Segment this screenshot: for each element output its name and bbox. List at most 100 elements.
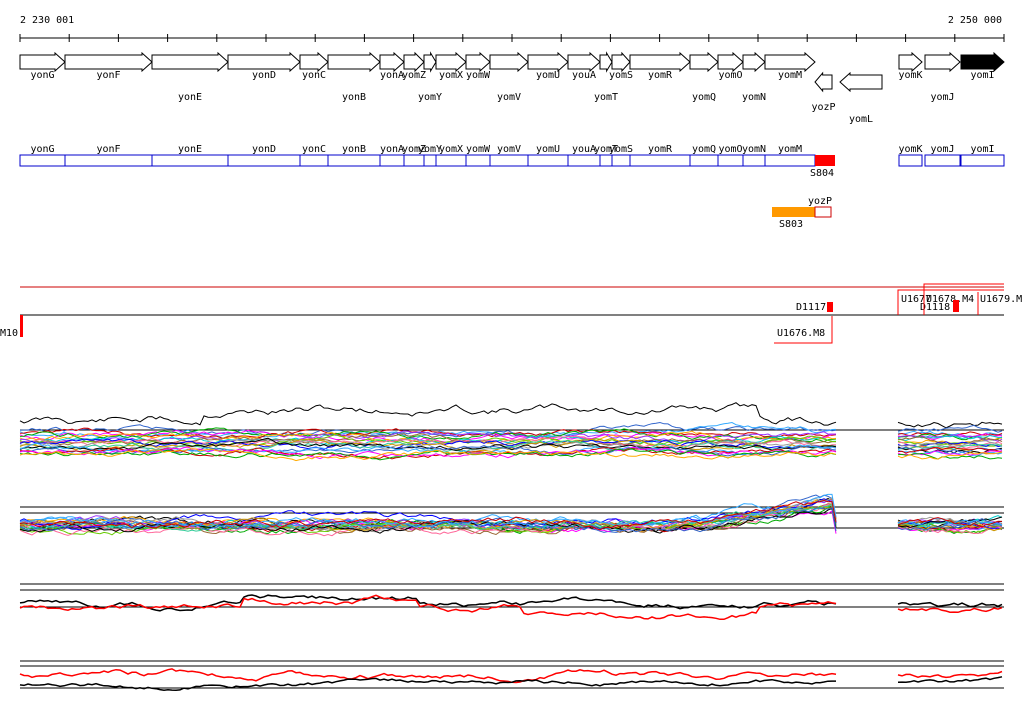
gene-label-yond: yonD	[252, 70, 276, 81]
feature-mark-d1117	[827, 302, 833, 312]
gene-label-yozp: yozP	[811, 102, 835, 113]
gene-arrow-yomz	[403, 51, 425, 73]
annotation-box-yona	[379, 154, 405, 167]
annotation-box-yonb	[327, 154, 381, 167]
gene-arrow-yonf	[64, 51, 153, 73]
feature-label-u1676-m8: U1676.M8	[777, 328, 825, 339]
annotation-label-yong: yonG	[30, 144, 54, 155]
expression-profile-tracks	[19, 402, 1004, 692]
annotation-box-yomj	[924, 154, 961, 167]
expression-panel-2	[19, 493, 1004, 537]
annotation-highlight-box	[815, 155, 835, 166]
annotation-box-yomu	[527, 154, 569, 167]
annotation-label-yomu: yomU	[536, 144, 560, 155]
ruler-end-label: 2 250 000	[948, 15, 1002, 26]
gene-arrow-track: yonG yonF yonE yonD yonC yonB yonAyomZ yomY yomX…	[19, 51, 1005, 125]
gene-label-yomk: yomK	[898, 70, 922, 81]
annotation-highlight-label: S804	[810, 168, 834, 179]
gene-arrow-yong	[19, 51, 66, 73]
gene-arrow-yomn	[742, 51, 766, 73]
gene-arrow-yona	[379, 51, 405, 73]
feature-label-u1679-m: U1679.M	[980, 294, 1022, 305]
feature-label-d1117: D1117	[796, 302, 826, 313]
gene-arrow-yoms	[611, 51, 631, 73]
gene-label-yomq: yomQ	[692, 92, 716, 103]
gene-arrow-yomx	[435, 51, 467, 73]
annotation-box-yomk	[898, 154, 923, 167]
gene-arrow-yomv	[489, 51, 529, 73]
gene-arrow-yomr	[629, 51, 691, 73]
gene-label-yomn: yomN	[742, 92, 766, 103]
annotation-label-yomw: yomW	[466, 144, 491, 155]
gene-label-yong: yonG	[30, 70, 54, 81]
annotation-box-yonc	[299, 154, 329, 167]
expression-panel-3-trace	[897, 606, 1003, 614]
annotation-box-yone	[151, 154, 229, 167]
annotation-label-yomk: yomK	[898, 144, 922, 155]
annotation-label-yonf: yonF	[96, 144, 120, 155]
feature-left-label: M10	[0, 328, 18, 339]
gene-label-yomw: yomW	[466, 70, 491, 81]
gene-arrow-youa	[567, 51, 601, 73]
annotation-label-yonb: yonB	[342, 144, 366, 155]
annotation-box-yomz	[403, 154, 425, 167]
gene-label-yomo: yomO	[718, 70, 742, 81]
gene-arrow-yomk	[898, 51, 923, 73]
gene-label-yomu: yomU	[536, 70, 560, 81]
annotation-box-yomv	[489, 154, 529, 167]
feature-mark-m10	[20, 315, 23, 337]
gene-arrow-yomm	[764, 51, 816, 73]
expression-panel-1	[19, 402, 1004, 462]
annotation-label-youa: youA	[572, 144, 596, 155]
gene-arrow-yomw	[465, 51, 491, 73]
annotation-box-yong	[19, 154, 66, 167]
gene-label-yoml: yomL	[849, 114, 873, 125]
annotation-box-yomi	[960, 154, 1005, 167]
gene-label-yomm: yomM	[778, 70, 802, 81]
annotation-label-yona: yonA	[380, 144, 404, 155]
ruler-start-label: 2 230 001	[20, 15, 74, 26]
gene-label-yona: yonA	[380, 70, 404, 81]
secondary-feature-track: yozP S803	[772, 196, 832, 230]
annotation-label-yomo: yomO	[718, 144, 742, 155]
secondary-bar	[772, 207, 815, 217]
gene-label-yomv: yomV	[497, 92, 521, 103]
coordinate-ruler: 2 230 001 2 250 000	[19, 15, 1005, 42]
expression-panel-4-trace	[19, 677, 836, 692]
gene-label-yomj: yomJ	[930, 92, 954, 103]
gene-label-yone: yonE	[178, 92, 202, 103]
expression-panel-4-trace	[897, 670, 1003, 679]
gene-label-yonc: yonC	[302, 70, 326, 81]
gene-arrow-yond	[227, 51, 301, 73]
gene-arrow-yoml	[839, 71, 883, 93]
gene-arrow-yomi	[960, 51, 1005, 73]
annotation-box-yomt	[599, 154, 613, 167]
expression-panel-4	[19, 660, 1004, 692]
expression-panel-3-trace	[19, 594, 837, 612]
secondary-label: S803	[779, 219, 803, 230]
secondary-top-label: yozP	[808, 196, 832, 207]
gene-label-yomy: yomY	[418, 92, 442, 103]
annotation-label-yomn: yomN	[742, 144, 766, 155]
gene-arrow-yomq	[689, 51, 719, 73]
genome-browser: 2 230 001 2 250 000 yonG yonF yonE yonD yonC…	[0, 15, 1022, 692]
annotation-box-yomx	[435, 154, 467, 167]
feature-mark-d1118	[953, 300, 959, 312]
annotation-label-yomj: yomJ	[930, 144, 954, 155]
annotation-box-yomm	[764, 154, 816, 167]
secondary-outline-box	[814, 206, 832, 218]
annotation-label-yomq: yomQ	[692, 144, 716, 155]
feature-track: M10 D1117 U1676.M8 U1677 U1678.M4 D1118 …	[0, 283, 1022, 344]
gene-label-yomi: yomI	[970, 70, 994, 81]
expression-panel-1-trace	[897, 421, 1003, 429]
gene-label-yomx: yomX	[439, 70, 463, 81]
annotation-box-yonf	[64, 154, 153, 167]
gene-label-youa: youA	[572, 70, 596, 81]
annotation-label-yomv: yomV	[497, 144, 521, 155]
gene-label-yomt: yomT	[594, 92, 618, 103]
gene-arrow-yomt	[599, 51, 613, 73]
annotation-label-yone: yonE	[178, 144, 202, 155]
annotation-label-yoms: yomS	[609, 144, 633, 155]
feature-label-d1118: D1118	[920, 302, 950, 313]
annotation-box-track: yonG yonF yonE yonD yonC yonB yonAyomZyomYyomX…	[19, 144, 1005, 179]
